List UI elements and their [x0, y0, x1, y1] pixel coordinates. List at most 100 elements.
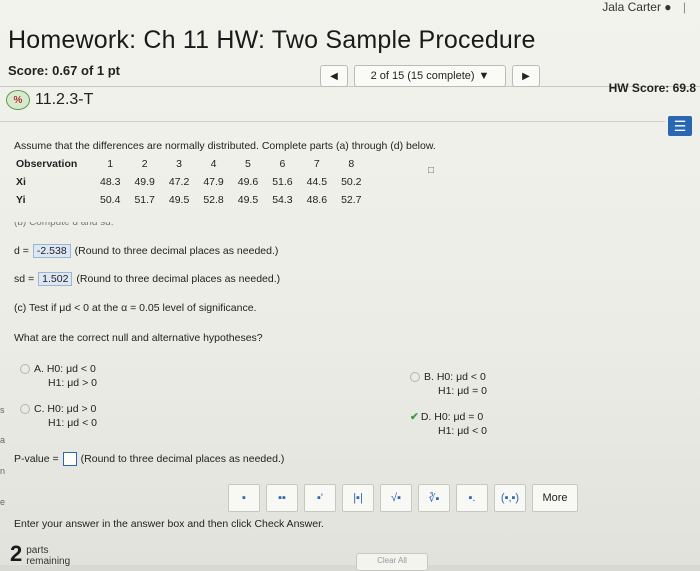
edge-letter: s	[0, 405, 5, 415]
option-a[interactable]: A. H0: μd < 0 H1: μd > 0	[20, 362, 97, 390]
radio-button[interactable]	[20, 404, 30, 415]
parts-label: parts remaining	[26, 545, 70, 567]
table-cell: 52.7	[341, 194, 362, 206]
observation-table: Observation 1 2 3 4 5 6 7 8 Xi 48.3 49.9…	[16, 156, 369, 210]
user-menu[interactable]: Jala Carter ● |	[602, 0, 686, 14]
user-name: Jala Carter	[602, 0, 661, 14]
option-h1: H1: μd > 0	[48, 377, 97, 389]
previous-question-button[interactable]: ◀	[320, 65, 348, 87]
mixed-number-button[interactable]: ▪▪	[266, 484, 298, 512]
table-cell: 49.9	[134, 176, 155, 188]
interval-button[interactable]: (▪,▪)	[494, 484, 526, 512]
column-header: 5	[245, 158, 251, 170]
divider	[0, 121, 665, 122]
option-letter: B.	[424, 371, 434, 383]
column-header: 7	[313, 158, 320, 170]
exponent-button[interactable]: ▪'	[304, 484, 336, 512]
option-h1: H1: μd < 0	[48, 417, 97, 429]
dbar-answer-row: d = -2.538 (Round to three decimal place…	[14, 244, 278, 258]
table-header-row: Observation 1 2 3 4 5 6 7 8	[16, 156, 369, 174]
page-title: Homework: Ch 11 HW: Two Sample Procedure	[8, 26, 536, 54]
score-value: 0.67 of 1 pt	[52, 63, 121, 78]
table-cell: 50.2	[341, 176, 362, 188]
question-nav: ◀ 2 of 15 (15 complete) ▼ ▶	[320, 65, 540, 87]
column-header: 6	[279, 158, 286, 170]
pvalue-note: (Round to three decimal places as needed…	[80, 453, 285, 465]
hw-score-label: HW Score:	[608, 81, 670, 95]
table-cell: 49.6	[237, 176, 259, 188]
menu-icon[interactable]: ☰	[668, 116, 692, 136]
table-cell: 44.5	[306, 176, 328, 188]
table-row: Xi 48.3 49.9 47.2 47.9 49.6 51.6 44.5 50…	[16, 174, 369, 192]
next-question-button[interactable]: ▶	[512, 65, 540, 87]
option-h0: H0: μd < 0	[46, 363, 96, 375]
option-letter: A.	[34, 363, 44, 375]
table-row: Yi 50.4 51.7 49.5 52.8 49.5 54.3 48.6 52…	[16, 192, 369, 210]
table-header-label: Observation	[16, 158, 78, 170]
table-cell: 50.4	[100, 194, 121, 206]
decimal-button[interactable]: ▪.	[456, 484, 488, 512]
table-cell: 48.6	[306, 194, 328, 206]
question-selector[interactable]: 2 of 15 (15 complete) ▼	[354, 65, 506, 87]
copy-data-icon[interactable]: □	[428, 165, 434, 176]
radio-button[interactable]	[410, 372, 420, 383]
edge-letter: n	[0, 466, 6, 476]
option-h1: H1: μd < 0	[438, 425, 487, 437]
chevron-down-icon: ▼	[478, 70, 490, 82]
table-cell: 49.5	[168, 194, 190, 206]
table-cell: 48.3	[100, 176, 121, 188]
option-b[interactable]: B. H0: μd < 0 H1: μd = 0	[410, 370, 487, 398]
option-h0: H0: μd = 0	[434, 411, 484, 423]
fraction-button[interactable]: ▪	[228, 484, 260, 512]
table-cell: 54.3	[272, 194, 293, 206]
column-header: 3	[176, 158, 183, 170]
column-header: 2	[141, 158, 148, 170]
parts-label-1: parts	[26, 545, 49, 556]
parts-label-2: remaining	[26, 556, 71, 567]
hw-score-value: 69.8	[672, 81, 696, 95]
table-cell: 47.9	[203, 176, 224, 188]
option-c[interactable]: C. H0: μd > 0 H1: μd < 0	[20, 402, 97, 430]
homework-page: Jala Carter ● | Homework: Ch 11 HW: Two …	[0, 0, 700, 571]
sd-label: sd =	[14, 273, 35, 285]
sd-answer-row: sd = 1.502 (Round to three decimal place…	[14, 272, 280, 286]
row-label: Xi	[16, 176, 26, 188]
absolute-value-button[interactable]: |▪|	[342, 484, 374, 512]
option-h0: H0: μd < 0	[436, 371, 486, 383]
nth-root-button[interactable]: ∛▪	[418, 484, 450, 512]
edge-letter: a	[0, 435, 6, 445]
column-header: 8	[348, 158, 355, 170]
user-icon: ●	[664, 0, 672, 14]
checkmark-icon: ✔	[410, 411, 419, 423]
option-d[interactable]: ✔ D. H0: μd = 0 H1: μd < 0	[410, 410, 487, 438]
edge-letter: e	[0, 497, 6, 507]
score-label: Score:	[8, 63, 49, 78]
hypotheses-prompt: What are the correct null and alternativ…	[14, 332, 263, 344]
parts-count: 2	[10, 541, 23, 566]
clear-all-button[interactable]: Clear All	[356, 553, 428, 571]
score: Score: 0.67 of 1 pt	[8, 63, 120, 78]
left-triangle-icon: ◀	[330, 70, 338, 82]
math-toolbar: ▪ ▪▪ ▪' |▪| √▪ ∛▪ ▪. (▪,▪) More	[228, 484, 578, 512]
column-header: 1	[107, 158, 114, 170]
instructions: Assume that the differences are normally…	[14, 140, 436, 152]
parts-remaining: 2 parts remaining	[10, 541, 70, 568]
more-button[interactable]: More	[532, 484, 578, 512]
table-cell: 51.6	[272, 176, 293, 188]
column-header: 4	[210, 158, 217, 170]
table-cell: 47.2	[168, 176, 190, 188]
radio-button[interactable]	[20, 364, 30, 375]
pvalue-row: P-value = (Round to three decimal places…	[14, 452, 284, 466]
square-root-button[interactable]: √▪	[380, 484, 412, 512]
question-position: 2 of 15 (15 complete)	[370, 70, 475, 82]
pvalue-input[interactable]	[62, 452, 77, 466]
sd-answer[interactable]: 1.502	[38, 272, 73, 286]
option-h0: H0: μd > 0	[47, 403, 97, 415]
cut-off-text: (b) Compute d and sd.	[14, 222, 114, 228]
footer-instructions: Enter your answer in the answer box and …	[14, 518, 324, 530]
dbar-answer[interactable]: -2.538	[32, 244, 71, 258]
option-h1: H1: μd = 0	[438, 385, 487, 397]
table-cell: 52.8	[203, 194, 224, 206]
option-letter: D.	[420, 411, 432, 423]
sd-note: (Round to three decimal places as needed…	[76, 273, 281, 285]
